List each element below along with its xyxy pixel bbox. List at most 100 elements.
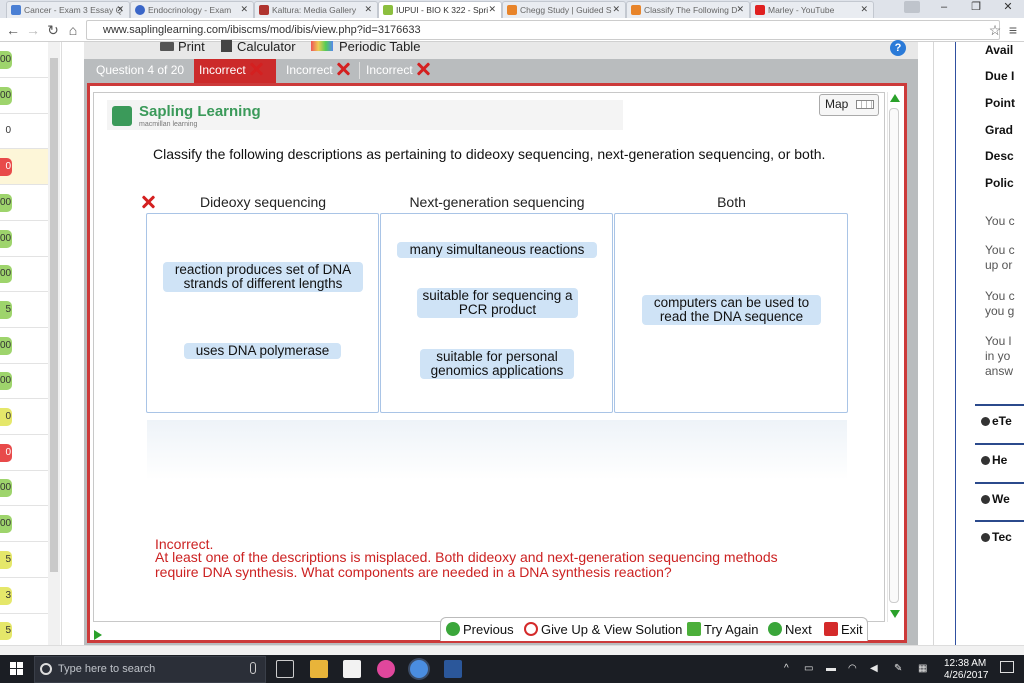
microphone-icon[interactable]	[250, 662, 256, 674]
web-button[interactable]: We	[975, 482, 1024, 518]
tab-classify[interactable]: Classify The Following D ✕	[626, 1, 750, 18]
tech-button[interactable]: Tec	[975, 520, 1024, 556]
previous-button[interactable]: Previous	[446, 622, 514, 637]
network-adapter-icon[interactable]: ▭	[804, 663, 813, 674]
tab-close-icon[interactable]: ✕	[488, 4, 496, 15]
browser-tab-strip: Cancer - Exam 3 Essay Q ✕ Endocrinology …	[0, 0, 1024, 18]
scroll-down-arrow-icon[interactable]	[890, 610, 900, 618]
user-profile-icon[interactable]	[904, 1, 920, 13]
card-pcr-product[interactable]: suitable for sequencing a PCR product	[417, 288, 578, 318]
battery-icon[interactable]: ▬	[826, 663, 836, 674]
score-row[interactable]: 00	[0, 470, 48, 507]
address-bar-input[interactable]	[86, 20, 1000, 40]
pen-icon[interactable]: ✎	[894, 663, 902, 674]
card-personal-genomics[interactable]: suitable for personal genomics applicati…	[420, 349, 574, 379]
clock-time[interactable]: 12:38 AM	[944, 658, 986, 669]
attempt-2[interactable]: Incorrect	[286, 62, 350, 77]
etext-button[interactable]: eTe	[975, 404, 1024, 440]
volume-icon[interactable]: ◀	[870, 663, 878, 674]
keyboard-icon[interactable]: ▦	[918, 663, 927, 674]
score-row[interactable]: 0	[0, 435, 48, 471]
task-view-icon[interactable]	[276, 660, 294, 678]
calculator-button[interactable]: Calculator	[221, 39, 296, 54]
maximize-button[interactable]: ❐	[962, 0, 990, 16]
policy-line: You c	[985, 243, 1015, 257]
windows-start-icon[interactable]	[10, 662, 24, 676]
score-row[interactable]: 00	[0, 506, 48, 543]
score-row[interactable]: 00	[0, 221, 48, 257]
home-icon[interactable]: ⌂	[64, 21, 82, 39]
score-row[interactable]: 5	[0, 542, 48, 578]
tab-close-icon[interactable]: ✕	[612, 4, 620, 15]
scroll-up-arrow-icon[interactable]	[890, 94, 900, 102]
tab-close-icon[interactable]: ✕	[240, 4, 248, 15]
score-row[interactable]: 5	[0, 613, 48, 650]
card-dna-polymerase[interactable]: uses DNA polymerase	[184, 343, 341, 359]
score-row[interactable]: 0	[0, 149, 48, 186]
previous-label: Previous	[463, 622, 514, 637]
help-icon[interactable]: ?	[890, 40, 906, 56]
reload-icon[interactable]: ↻	[44, 21, 62, 39]
give-up-button[interactable]: Give Up & View Solution	[524, 622, 682, 637]
next-button[interactable]: Next	[768, 622, 812, 637]
show-hidden-icons-icon[interactable]: ^	[784, 663, 789, 674]
horizontal-scrollbar[interactable]	[0, 645, 1024, 655]
attempt-1: Incorrect	[199, 62, 263, 77]
card-produces-strands[interactable]: reaction produces set of DNA strands of …	[163, 262, 363, 292]
clock-date[interactable]: 4/26/2017	[944, 670, 989, 681]
tab-youtube[interactable]: Marley - YouTube ✕	[750, 1, 874, 18]
score-row[interactable]: 00	[0, 328, 48, 364]
score-row[interactable]: 00	[0, 256, 48, 293]
store-icon[interactable]	[343, 660, 361, 678]
bin-dideoxy[interactable]	[146, 213, 379, 413]
question-counter[interactable]: Question 4 of 20	[96, 63, 184, 77]
tab-close-icon[interactable]: ✕	[364, 4, 372, 15]
help-button[interactable]: He	[975, 443, 1024, 479]
bookmark-star-icon[interactable]: ☆	[986, 21, 1004, 39]
attempt-1-active[interactable]: Incorrect	[194, 59, 276, 83]
print-button[interactable]: Print	[160, 39, 205, 54]
column-header-next-gen: Next-generation sequencing	[409, 194, 585, 210]
minimize-button[interactable]: –	[930, 0, 958, 16]
forward-arrow-icon[interactable]: →	[24, 21, 42, 39]
tab-close-icon[interactable]: ✕	[860, 4, 868, 15]
chrome-menu-icon[interactable]: ≡	[1004, 21, 1022, 39]
wifi-icon[interactable]: ◠	[848, 663, 857, 674]
score-row[interactable]: 0	[0, 399, 48, 435]
file-explorer-icon[interactable]	[310, 660, 328, 678]
card-simultaneous-reactions[interactable]: many simultaneous reactions	[397, 242, 597, 258]
feedback-line-1: At least one of the descriptions is misp…	[155, 549, 778, 565]
scroll-right-arrow-icon[interactable]	[94, 630, 102, 640]
score-row[interactable]: 3	[0, 578, 48, 614]
tab-favicon-icon	[507, 5, 517, 15]
action-center-icon[interactable]	[1000, 661, 1014, 673]
chrome-icon[interactable]	[410, 660, 428, 678]
tab-close-icon[interactable]: ✕	[116, 4, 124, 15]
itunes-icon[interactable]	[377, 660, 395, 678]
map-button[interactable]: Map	[819, 94, 879, 116]
score-row[interactable]: 00	[0, 363, 48, 400]
back-arrow-icon[interactable]: ←	[4, 21, 22, 39]
tab-chegg[interactable]: Chegg Study | Guided S ✕	[502, 1, 626, 18]
tab-cancer-exam[interactable]: Cancer - Exam 3 Essay Q ✕	[6, 1, 130, 18]
attempt-3[interactable]: Incorrect	[366, 62, 430, 77]
close-window-button[interactable]: ✕	[994, 0, 1022, 16]
question-scrollbar-thumb[interactable]	[889, 108, 899, 603]
score-row[interactable]: 0	[0, 113, 48, 150]
score-row[interactable]: 00	[0, 185, 48, 221]
score-row[interactable]: 00	[0, 78, 48, 114]
tab-endocrinology[interactable]: Endocrinology - Exam ✕	[130, 1, 254, 18]
exit-button[interactable]: Exit	[824, 622, 863, 637]
left-scrollbar-thumb[interactable]	[50, 58, 58, 572]
tab-kaltura[interactable]: Kaltura: Media Gallery ✕	[254, 1, 378, 18]
policy-line: up or	[985, 258, 1013, 272]
score-row[interactable]: 00	[0, 42, 48, 78]
word-icon[interactable]	[444, 660, 462, 678]
try-again-button[interactable]: Try Again	[687, 622, 758, 637]
tab-iupui-bio[interactable]: IUPUI - BIO K 322 - Spri ✕	[378, 1, 502, 18]
periodic-table-button[interactable]: Periodic Table	[311, 39, 420, 54]
score-row[interactable]: 5	[0, 292, 48, 328]
tab-title: Kaltura: Media Gallery	[272, 5, 357, 15]
card-computers-read[interactable]: computers can be used to read the DNA se…	[642, 295, 821, 325]
tab-close-icon[interactable]: ✕	[736, 4, 744, 15]
